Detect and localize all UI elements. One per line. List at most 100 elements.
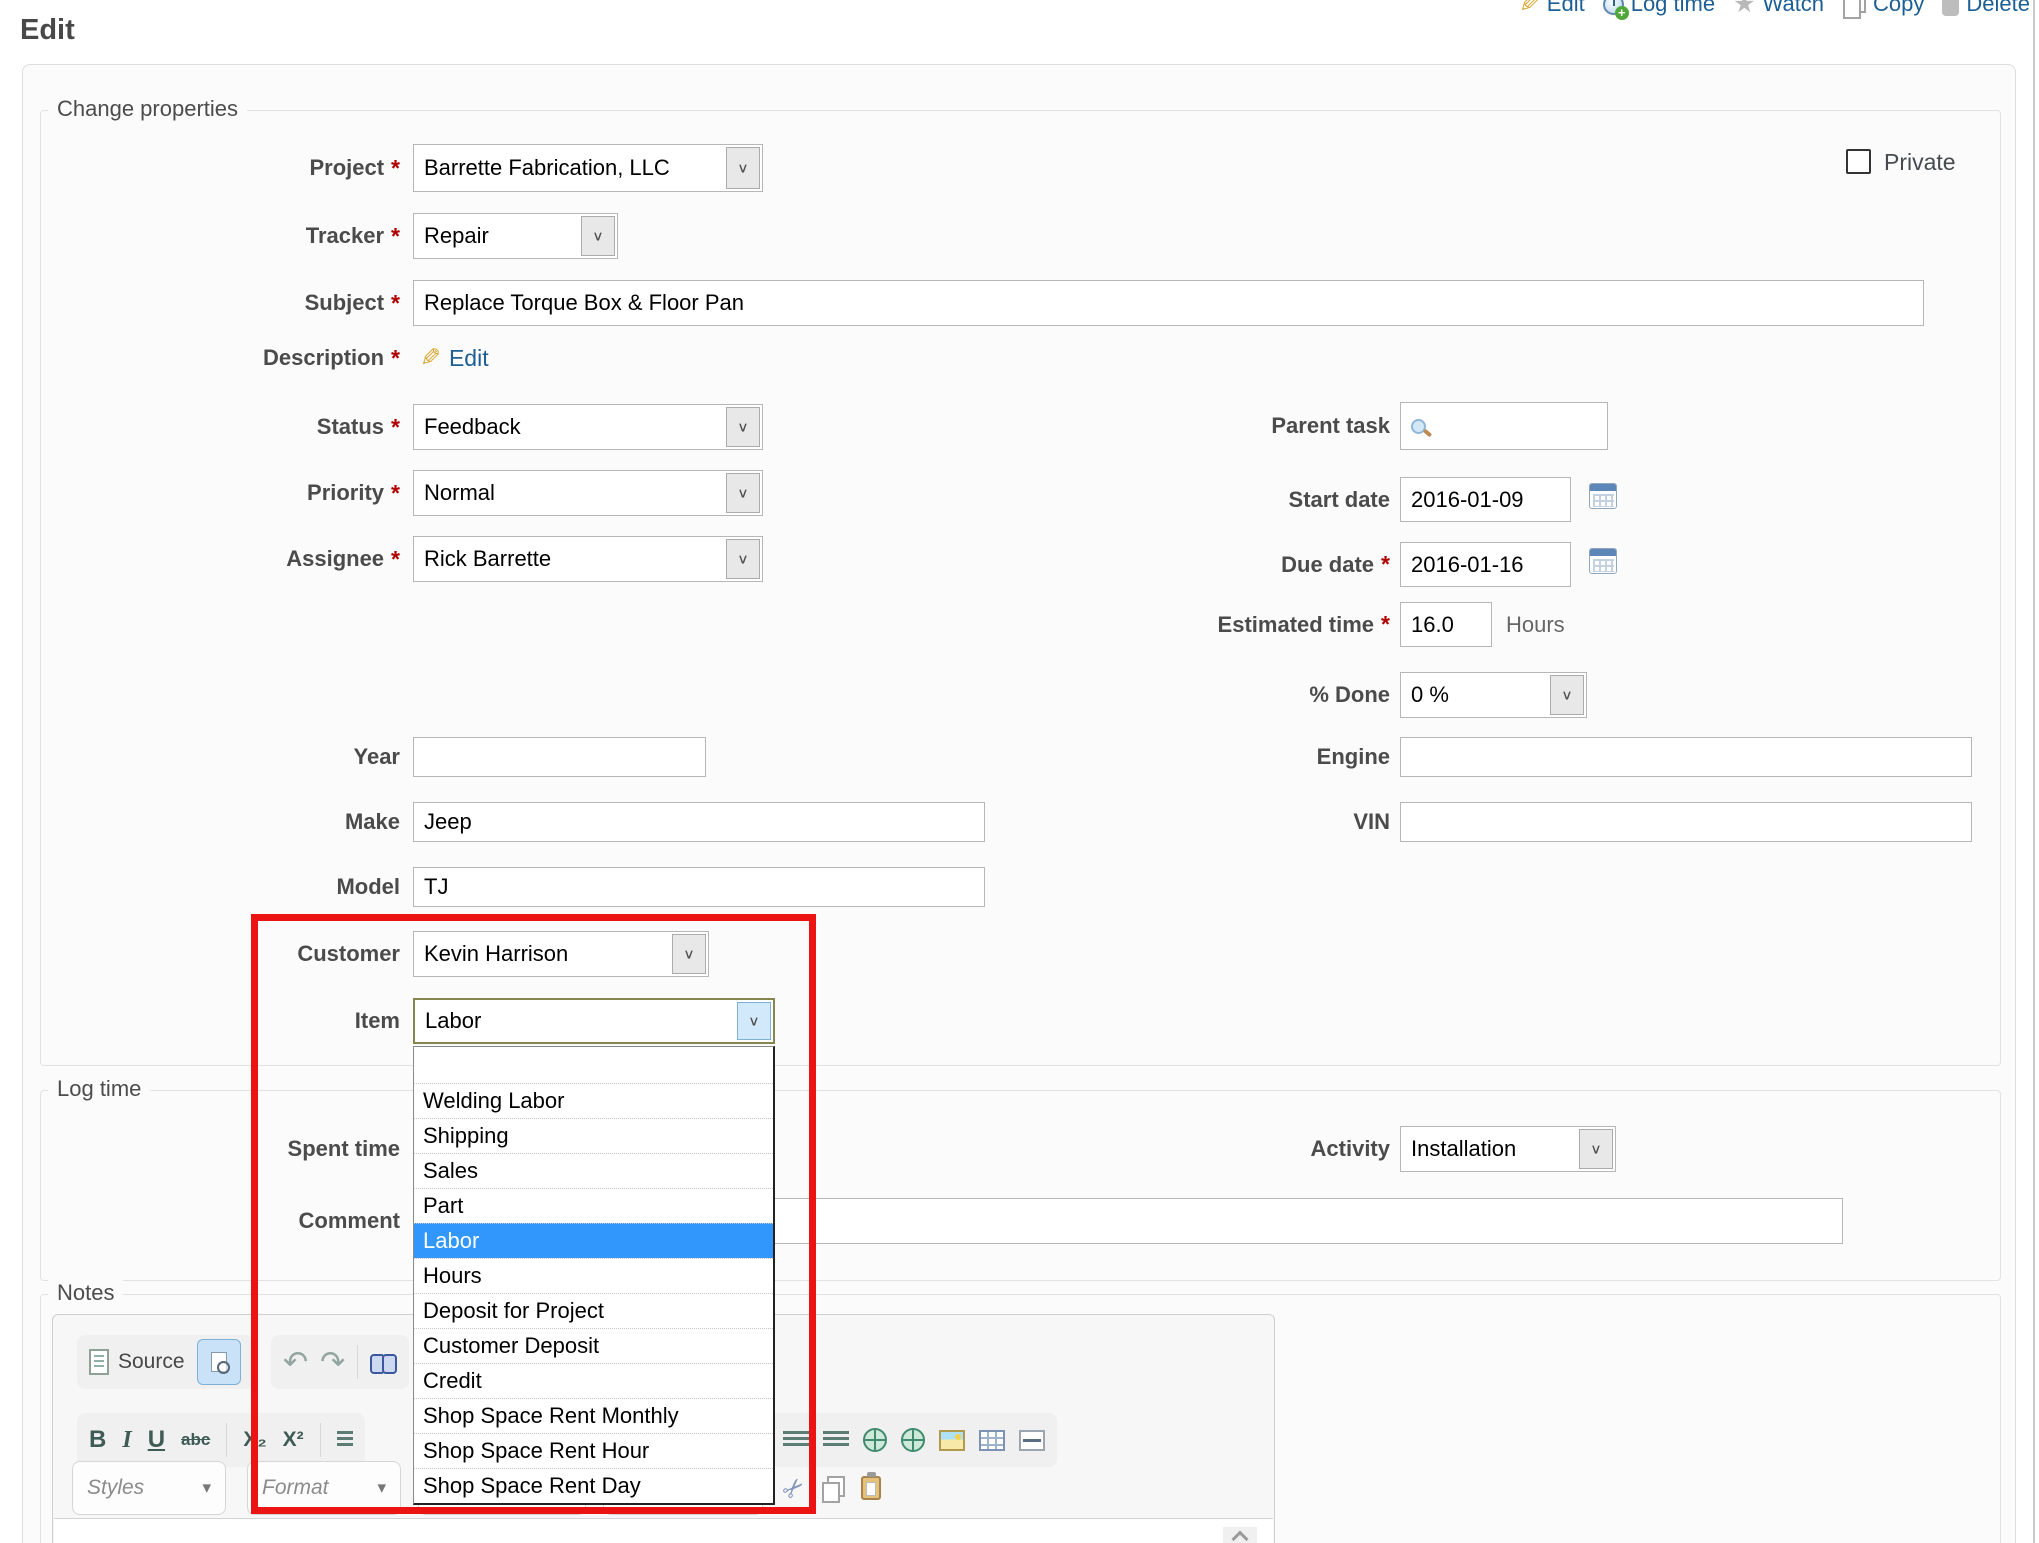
italic-button[interactable]: I: [122, 1427, 131, 1454]
item-option[interactable]: Credit: [414, 1363, 773, 1398]
subject-input[interactable]: Replace Torque Box & Floor Pan: [413, 280, 1924, 326]
strikethrough-button[interactable]: abc: [181, 1430, 210, 1450]
notes-textarea[interactable]: [54, 1518, 1273, 1543]
chevron-down-icon[interactable]: [737, 1002, 771, 1040]
due-date-label: Due date*: [1000, 542, 1390, 587]
action-watch[interactable]: Watch: [1733, 0, 1824, 19]
estimated-time-input[interactable]: 16.0: [1400, 602, 1492, 647]
table-button[interactable]: [979, 1430, 1005, 1451]
action-copy[interactable]: Copy: [1842, 0, 1924, 17]
action-delete[interactable]: Delete: [1942, 0, 2030, 17]
toolbar-divider: [320, 1423, 321, 1457]
assignee-select[interactable]: Rick Barrette: [413, 536, 763, 582]
subscript-button[interactable]: X₂: [243, 1428, 266, 1452]
item-option[interactable]: Shop Space Rent Day: [414, 1468, 773, 1503]
activity-select[interactable]: Installation: [1400, 1126, 1616, 1172]
source-button[interactable]: Source: [89, 1349, 185, 1375]
chevron-down-icon[interactable]: [581, 216, 615, 256]
item-option[interactable]: Sales: [414, 1153, 773, 1188]
calendar-icon[interactable]: [1589, 483, 1617, 509]
year-input[interactable]: [413, 737, 706, 777]
horizontal-rule-button[interactable]: [1019, 1430, 1045, 1451]
tracker-select[interactable]: Repair: [413, 213, 618, 259]
page-title: Edit: [20, 14, 75, 47]
link-button[interactable]: [863, 1428, 887, 1452]
browser-scrollbar[interactable]: [2033, 0, 2035, 1543]
priority-select[interactable]: Normal: [413, 470, 763, 516]
justify-left-button[interactable]: [783, 1431, 809, 1449]
copy-pages-button[interactable]: [821, 1476, 845, 1500]
calendar-icon[interactable]: [1589, 548, 1617, 574]
chevron-down-icon[interactable]: [1579, 1129, 1613, 1169]
item-option[interactable]: Shop Space Rent Hour: [414, 1433, 773, 1468]
item-select[interactable]: Labor: [413, 998, 775, 1044]
status-label: Status*: [60, 404, 400, 450]
format-dropdown[interactable]: Format: [247, 1461, 401, 1515]
year-label: Year: [60, 737, 400, 777]
item-option[interactable]: Shop Space Rent Monthly: [414, 1398, 773, 1433]
chevron-down-icon[interactable]: [726, 539, 760, 579]
preview-button[interactable]: [197, 1339, 241, 1385]
bold-button[interactable]: B: [89, 1426, 106, 1454]
text-style-group: B I U abc X₂ X²: [77, 1413, 365, 1467]
estimated-time-unit: Hours: [1506, 602, 1565, 647]
item-option[interactable]: Part: [414, 1188, 773, 1223]
engine-input[interactable]: [1400, 737, 1972, 777]
chevron-down-icon[interactable]: [726, 147, 760, 189]
styles-dropdown[interactable]: Styles: [72, 1461, 226, 1515]
superscript-button[interactable]: X²: [283, 1428, 304, 1452]
status-select[interactable]: Feedback: [413, 404, 763, 450]
due-date-input[interactable]: 2016-01-16: [1400, 542, 1571, 587]
action-edit[interactable]: Edit: [1519, 0, 1585, 19]
pencil-icon: [1519, 0, 1540, 19]
copy-icon: [1842, 0, 1866, 16]
description-edit-link[interactable]: Edit: [420, 340, 489, 376]
item-option[interactable]: Shipping: [414, 1118, 773, 1153]
private-checkbox[interactable]: [1846, 149, 1871, 174]
cut-button[interactable]: [783, 1473, 805, 1504]
redo-icon[interactable]: [320, 1345, 345, 1380]
item-option[interactable]: [414, 1047, 773, 1083]
make-input[interactable]: Jeep: [413, 802, 985, 842]
clipboard-group: [771, 1461, 893, 1515]
chevron-down-icon[interactable]: [1550, 675, 1584, 715]
parent-task-input[interactable]: [1400, 402, 1608, 450]
preview-magnifier-icon: [211, 1352, 227, 1372]
model-input[interactable]: TJ: [413, 867, 985, 907]
action-log-time[interactable]: Log time: [1603, 0, 1715, 17]
item-option[interactable]: Deposit for Project: [414, 1293, 773, 1328]
find-icon[interactable]: [370, 1354, 397, 1371]
start-date-input[interactable]: 2016-01-09: [1400, 477, 1571, 522]
customer-select[interactable]: Kevin Harrison: [413, 931, 709, 977]
numbered-list-button[interactable]: [337, 1431, 353, 1449]
action-log-time-label: Log time: [1631, 0, 1715, 17]
action-copy-label: Copy: [1873, 0, 1924, 17]
unlink-button[interactable]: [901, 1428, 925, 1452]
chevron-down-icon[interactable]: [672, 934, 706, 974]
item-option[interactable]: Welding Labor: [414, 1083, 773, 1118]
insert-group: [771, 1413, 1057, 1467]
issue-edit-page: Change properties Log time Notes Edit Ed…: [0, 0, 2039, 1543]
chevron-up-icon: [1232, 1531, 1249, 1543]
image-button[interactable]: [939, 1430, 965, 1451]
priority-label: Priority*: [60, 470, 400, 516]
percent-done-select[interactable]: 0 %: [1400, 672, 1587, 718]
justify-block-button[interactable]: [823, 1431, 849, 1449]
underline-button[interactable]: U: [148, 1426, 165, 1454]
subject-label: Subject*: [60, 280, 400, 326]
item-label: Item: [60, 998, 400, 1044]
chevron-down-icon[interactable]: [726, 473, 760, 513]
action-edit-label: Edit: [1547, 0, 1585, 17]
chevron-down-icon[interactable]: [726, 407, 760, 447]
project-select[interactable]: Barrette Fabrication, LLC: [413, 144, 763, 192]
undo-icon[interactable]: [283, 1345, 308, 1380]
item-option[interactable]: Hours: [414, 1258, 773, 1293]
activity-label: Activity: [1000, 1126, 1390, 1172]
vin-input[interactable]: [1400, 802, 1972, 842]
source-group: Source: [77, 1335, 253, 1389]
scroll-up-button[interactable]: [1223, 1527, 1257, 1543]
item-option[interactable]: Customer Deposit: [414, 1328, 773, 1363]
item-option-selected[interactable]: Labor: [414, 1223, 773, 1258]
paste-button[interactable]: [861, 1476, 881, 1500]
change-properties-legend: Change properties: [48, 96, 247, 122]
